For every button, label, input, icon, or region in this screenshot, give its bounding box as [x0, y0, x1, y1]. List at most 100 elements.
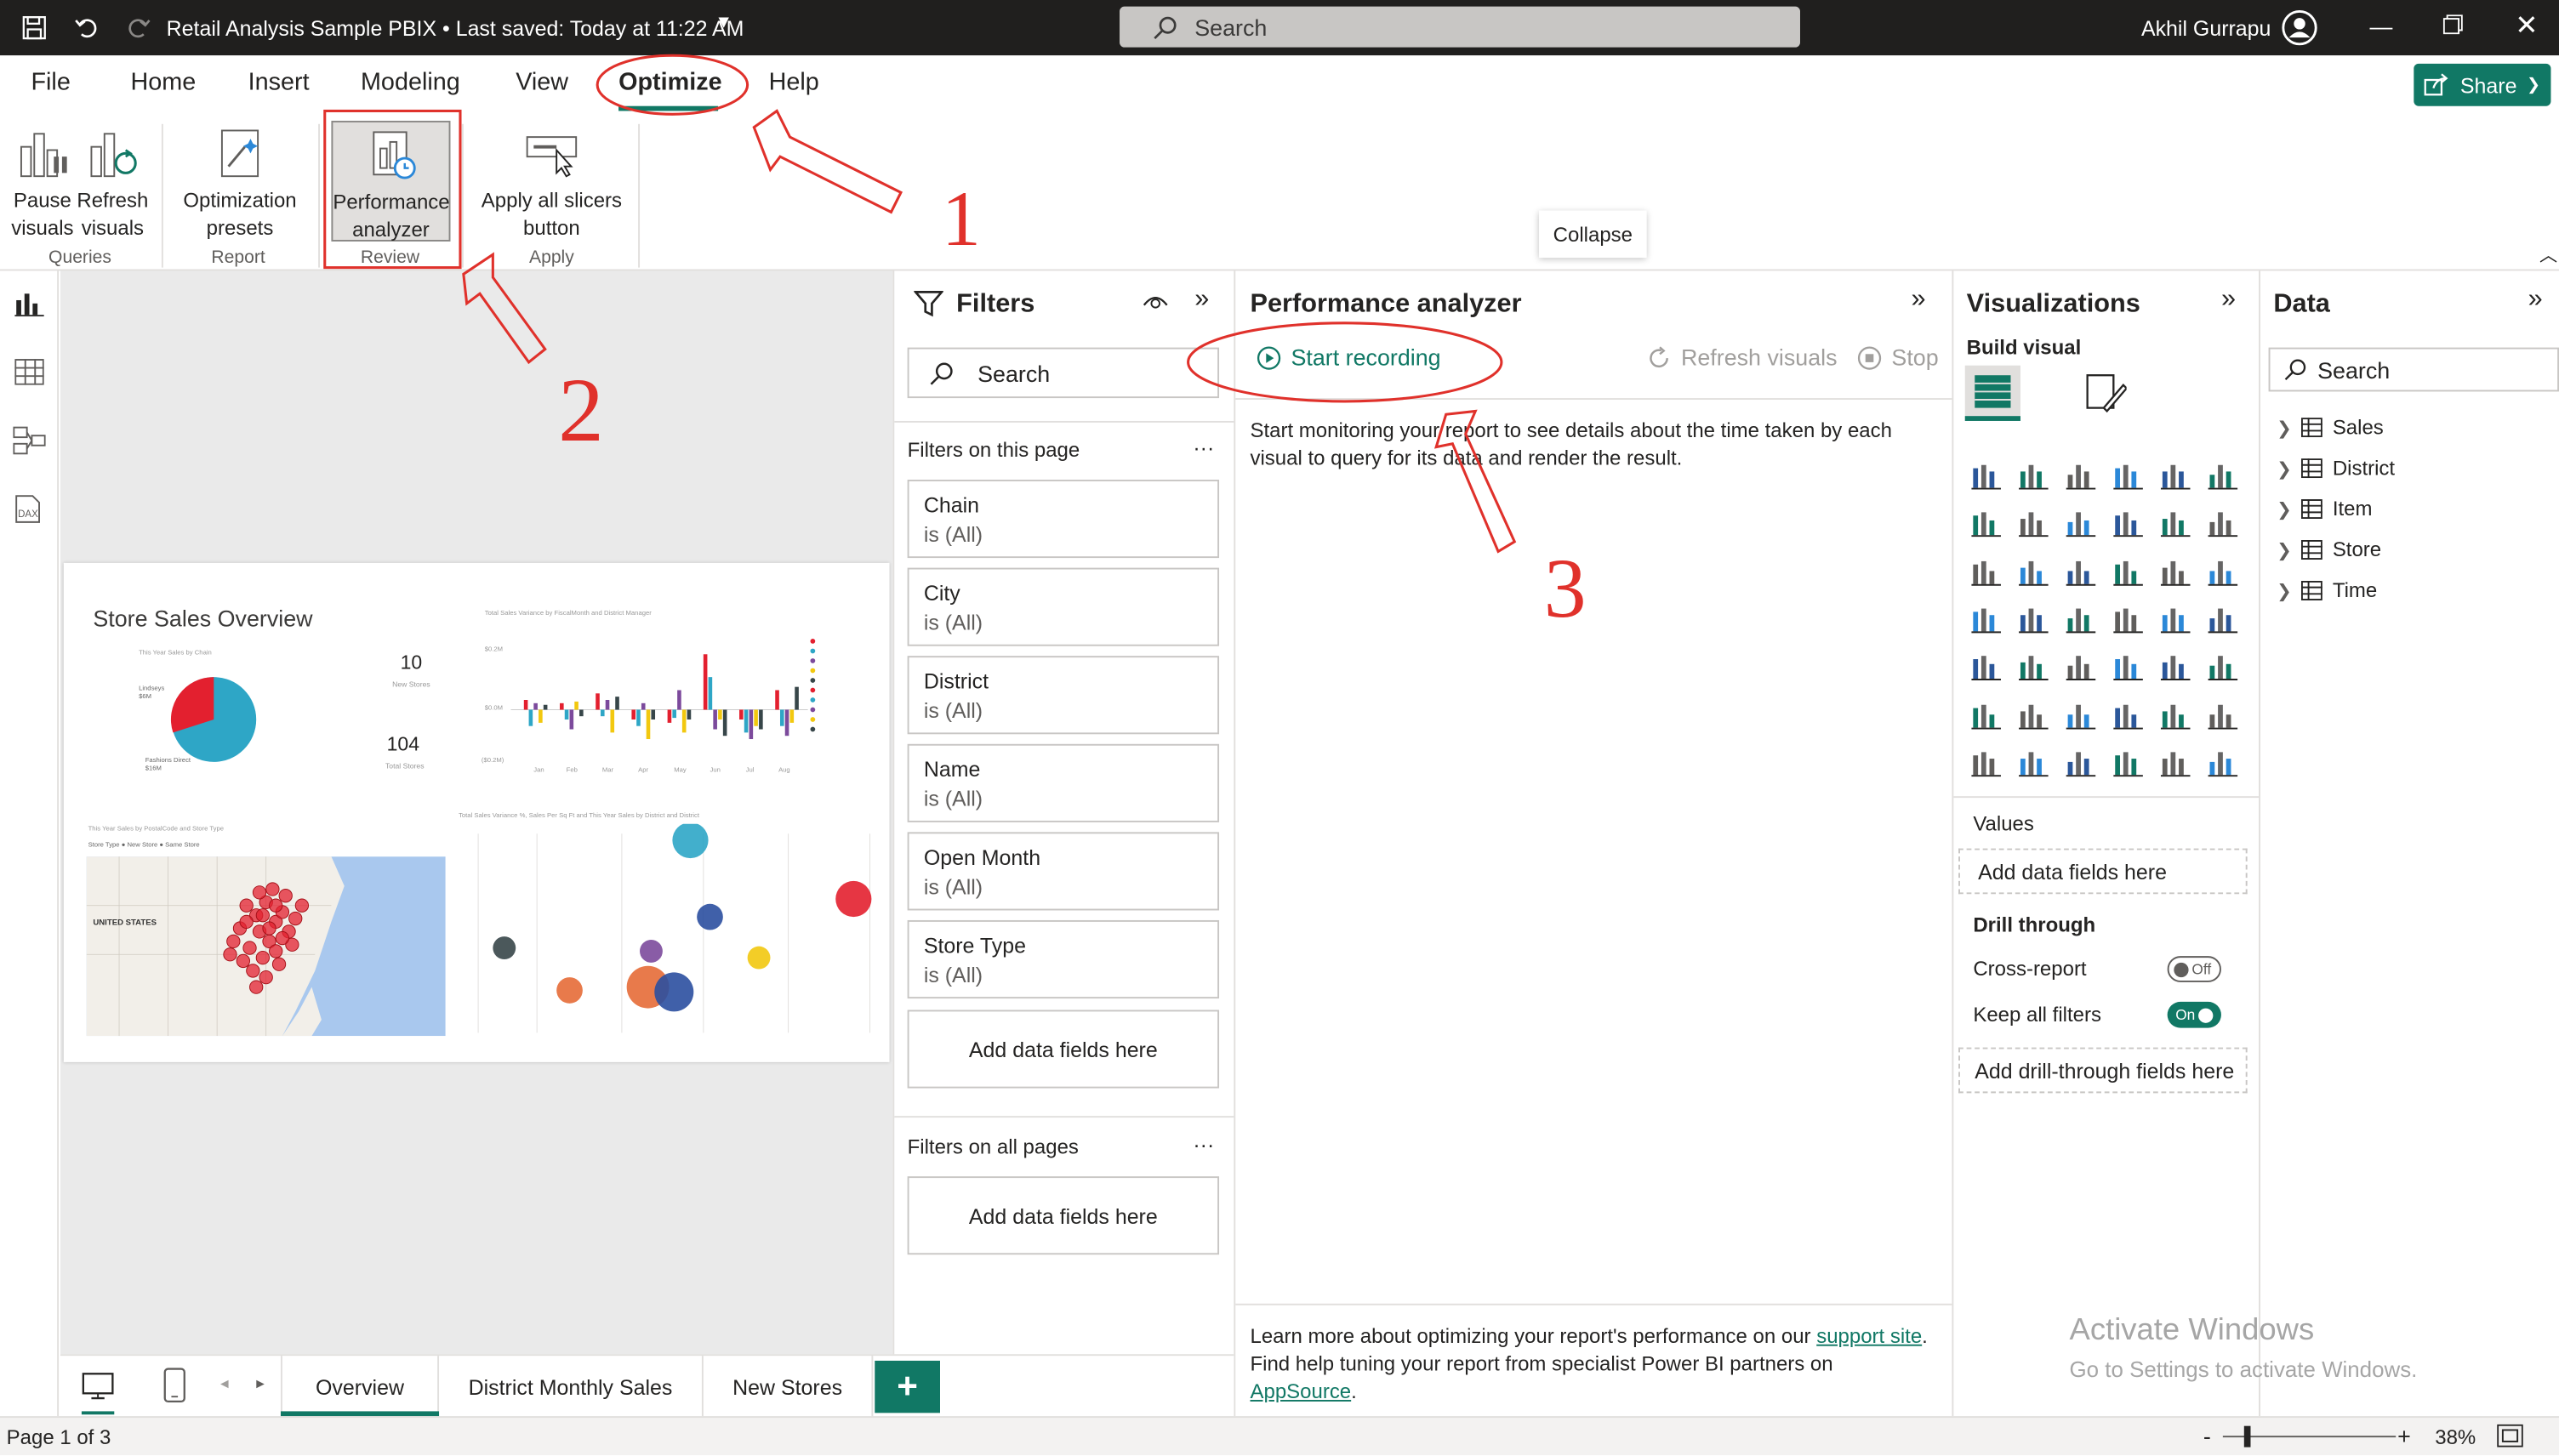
variance-bar[interactable]	[708, 677, 713, 710]
desktop-layout-icon[interactable]	[82, 1370, 114, 1411]
build-visual-tab[interactable]	[1964, 365, 2020, 421]
filter-card-open-month[interactable]: Open Month is (All)	[907, 832, 1220, 911]
visual-type-icon[interactable]	[1970, 653, 2003, 683]
scatter-bubble[interactable]	[697, 903, 723, 930]
collapse-viz-icon[interactable]: »	[2221, 286, 2236, 316]
variance-bar[interactable]	[722, 709, 727, 737]
variance-bar[interactable]	[739, 709, 744, 720]
drill-through-dropzone[interactable]: Add drill-through fields here	[1958, 1047, 2248, 1094]
variance-bar[interactable]	[687, 709, 692, 720]
more-options-icon[interactable]: ···	[1193, 435, 1214, 460]
close-icon[interactable]: ✕	[2515, 10, 2538, 43]
redo-icon[interactable]	[124, 13, 154, 43]
stop-button[interactable]: Stop	[1857, 344, 1939, 370]
restore-icon[interactable]	[2442, 14, 2463, 39]
data-table-item[interactable]: ❯ Item	[2277, 498, 2372, 520]
variance-bar[interactable]	[677, 690, 681, 710]
visual-type-icon[interactable]	[2065, 509, 2097, 539]
avatar-icon[interactable]	[2282, 9, 2317, 51]
variance-bar[interactable]	[775, 690, 779, 710]
optimization-presets-button[interactable]: Optimization presets	[174, 128, 305, 243]
variance-bar[interactable]	[579, 709, 584, 717]
variance-bar[interactable]	[795, 686, 799, 710]
scroll-left-icon[interactable]: ◂	[220, 1375, 229, 1393]
visual-type-icon[interactable]	[2112, 606, 2144, 635]
variance-bar[interactable]	[749, 709, 754, 740]
zoom-in-icon[interactable]: +	[2397, 1423, 2411, 1449]
visual-type-icon[interactable]	[2207, 653, 2239, 683]
add-all-pages-filter-dropzone[interactable]: Add data fields here	[907, 1176, 1220, 1255]
pie-chart[interactable]	[158, 674, 259, 765]
variance-bar[interactable]	[631, 709, 636, 720]
add-page-button[interactable]: +	[875, 1360, 940, 1413]
store-map-point[interactable]	[239, 898, 254, 913]
undo-icon[interactable]	[71, 13, 101, 43]
variance-bar[interactable]	[713, 709, 717, 730]
store-map-point[interactable]	[226, 934, 241, 949]
menu-view[interactable]: View	[516, 69, 568, 97]
format-visual-tab[interactable]	[2084, 372, 2129, 422]
visual-type-icon[interactable]	[2065, 748, 2097, 778]
scatter-bubble[interactable]	[493, 936, 516, 960]
values-dropzone[interactable]: Add data fields here	[1958, 848, 2248, 895]
performance-analyzer-button[interactable]: Performance analyzer	[331, 120, 451, 242]
store-map-point[interactable]	[269, 944, 283, 958]
model-view-icon[interactable]	[13, 426, 46, 464]
visual-type-icon[interactable]	[2017, 606, 2049, 635]
refresh-visuals-button[interactable]: Refresh visuals	[77, 128, 148, 243]
page-tab-district-monthly-sales[interactable]: District Monthly Sales	[439, 1356, 704, 1419]
scatter-bubble[interactable]	[747, 946, 771, 970]
variance-bar[interactable]	[646, 709, 651, 740]
visual-type-icon[interactable]	[2017, 653, 2049, 683]
store-map-point[interactable]	[239, 914, 254, 930]
variance-bar[interactable]	[564, 709, 569, 720]
visual-type-icon[interactable]	[2065, 462, 2097, 492]
visual-type-icon[interactable]	[2159, 606, 2191, 635]
visual-type-icon[interactable]	[2159, 557, 2191, 587]
pause-visuals-button[interactable]: Pause visuals	[10, 128, 76, 243]
save-icon[interactable]	[20, 13, 49, 43]
visual-type-icon[interactable]	[2207, 606, 2239, 635]
page-tab-new-stores[interactable]: New Stores	[704, 1356, 874, 1419]
collapse-filters-icon[interactable]: »	[1194, 286, 1209, 316]
visual-type-icon[interactable]	[2065, 557, 2097, 587]
visual-type-icon[interactable]	[1970, 748, 2003, 778]
variance-bar[interactable]	[779, 709, 784, 726]
data-table-sales[interactable]: ❯ Sales	[2277, 416, 2384, 439]
report-view-icon[interactable]	[14, 290, 44, 324]
zoom-out-icon[interactable]: -	[2203, 1423, 2211, 1449]
table-view-icon[interactable]	[14, 359, 44, 393]
store-map-point[interactable]	[246, 964, 260, 978]
report-page[interactable]: Store Sales Overview This Year Sales by …	[63, 562, 890, 1062]
visual-type-icon[interactable]	[2159, 748, 2191, 778]
scatter-bubble[interactable]	[672, 823, 709, 859]
visual-type-icon[interactable]	[2017, 701, 2049, 731]
visual-type-icon[interactable]	[2112, 748, 2144, 778]
filter-card-chain[interactable]: Chain is (All)	[907, 480, 1220, 559]
appsource-link[interactable]: AppSource	[1250, 1380, 1351, 1403]
scroll-right-icon[interactable]: ▸	[256, 1375, 265, 1393]
visual-type-icon[interactable]	[1970, 509, 2003, 539]
store-map-point[interactable]	[262, 921, 276, 936]
variance-bar[interactable]	[543, 704, 548, 710]
store-map-point[interactable]	[259, 970, 273, 985]
variance-bar[interactable]	[523, 699, 528, 710]
global-search[interactable]: Search	[1120, 6, 1800, 48]
variance-bar[interactable]	[667, 709, 672, 723]
menu-optimize[interactable]: Optimize	[618, 69, 722, 97]
filter-card-district[interactable]: District is (All)	[907, 656, 1220, 735]
keep-all-filters-toggle[interactable]: On	[2167, 1001, 2221, 1028]
visual-type-icon[interactable]	[2065, 701, 2097, 731]
variance-bar[interactable]	[784, 709, 789, 737]
variance-bar[interactable]	[615, 697, 619, 710]
menu-insert[interactable]: Insert	[248, 69, 310, 97]
data-search[interactable]: Search	[2268, 347, 2559, 392]
menu-modeling[interactable]: Modeling	[361, 69, 460, 97]
mobile-layout-icon[interactable]	[163, 1368, 186, 1412]
share-button[interactable]: Share ❯	[2414, 63, 2551, 106]
store-map[interactable]: UNITED STATES	[86, 856, 446, 1037]
apply-all-slicers-button[interactable]: Apply all slicers button	[473, 128, 630, 243]
variance-bar[interactable]	[539, 709, 543, 723]
scatter-bubble[interactable]	[640, 939, 663, 963]
variance-bar[interactable]	[759, 709, 763, 730]
